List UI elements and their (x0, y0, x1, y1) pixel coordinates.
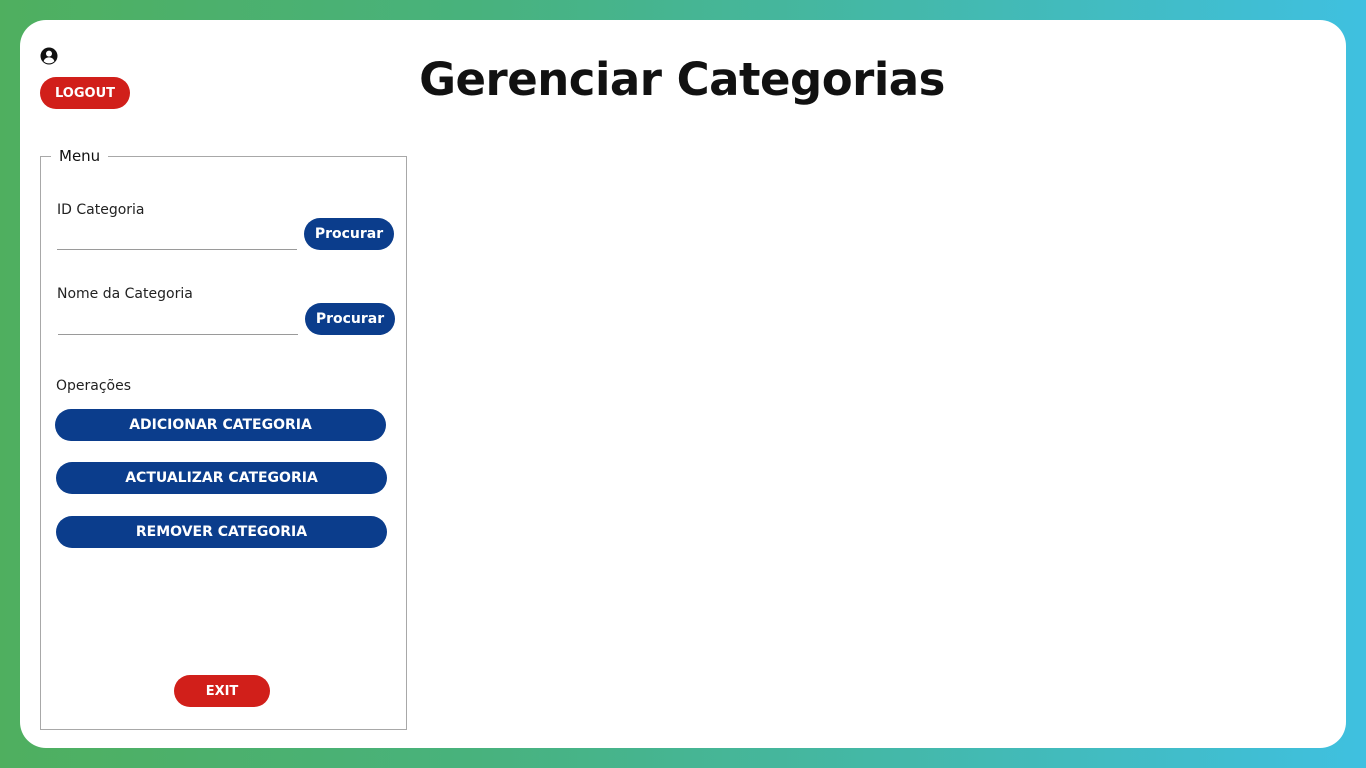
nome-categoria-label: Nome da Categoria (57, 286, 193, 302)
search-by-name-button[interactable]: Procurar (305, 303, 395, 335)
search-by-id-button[interactable]: Procurar (304, 218, 394, 250)
nome-categoria-input[interactable] (58, 309, 298, 335)
add-category-button[interactable]: ADICIONAR CATEGORIA (55, 409, 386, 441)
remove-category-button[interactable]: REMOVER CATEGORIA (56, 516, 387, 548)
exit-button[interactable]: EXIT (174, 675, 270, 707)
operacoes-label: Operações (56, 378, 132, 394)
page-title: Gerenciar Categorias (419, 53, 945, 106)
id-categoria-input[interactable] (57, 224, 297, 250)
update-category-button[interactable]: ACTUALIZAR CATEGORIA (56, 462, 387, 494)
id-categoria-label: ID Categoria (57, 202, 145, 218)
menu-legend: Menu (51, 146, 109, 166)
